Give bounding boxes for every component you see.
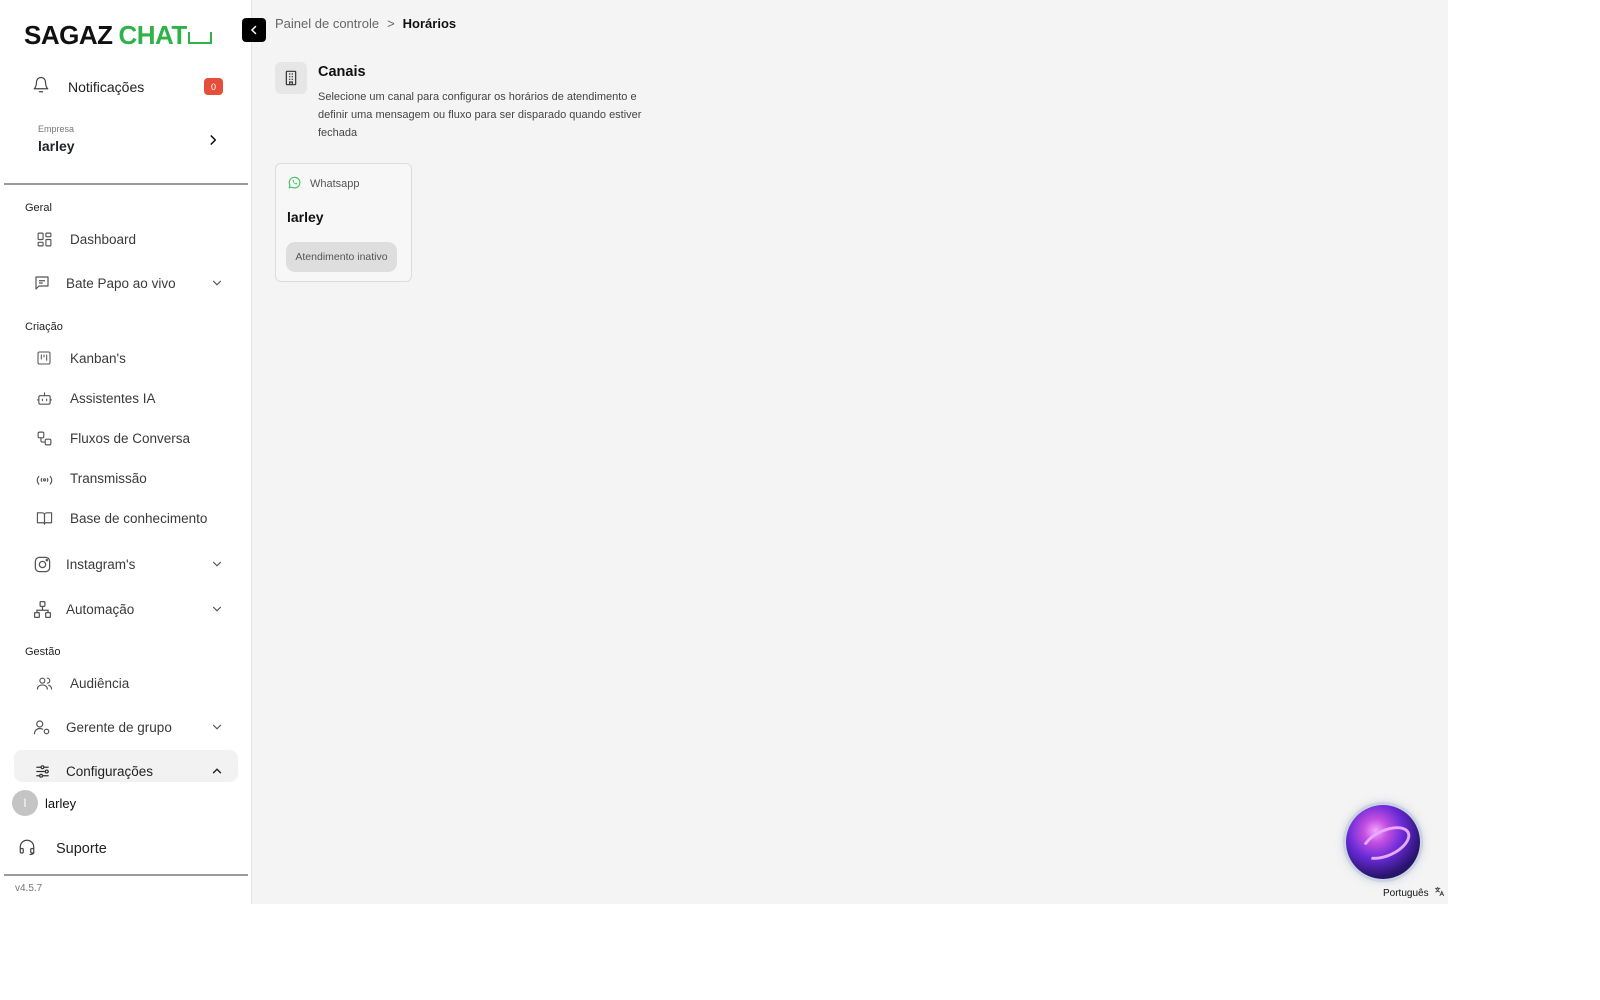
chevron-down-icon <box>210 720 224 737</box>
chevron-down-icon <box>210 602 224 619</box>
sidebar-item-audiencia[interactable]: Audiência <box>32 669 228 697</box>
broadcast-icon <box>34 468 54 488</box>
status-badge: Atendimento inativo <box>286 242 397 272</box>
breadcrumb: Painel de controle > Horários <box>275 16 456 31</box>
bot-icon <box>34 388 54 408</box>
sidebar-item-gerente-grupo[interactable]: Gerente de grupo <box>32 713 228 741</box>
sidebar-item-label: Assistentes IA <box>70 390 156 406</box>
sidebar-item-configuracoes[interactable]: Configurações <box>32 757 228 782</box>
sidebar-item-label: Automação <box>66 601 135 617</box>
sidebar-item-base-conhecimento[interactable]: Base de conhecimento <box>32 504 228 532</box>
section-title-geral: Geral <box>25 202 52 214</box>
user-name: larley <box>45 795 77 811</box>
network-icon <box>32 599 52 619</box>
sidebar-divider <box>4 183 248 185</box>
grid-icon <box>34 229 54 249</box>
breadcrumb-separator: > <box>387 16 395 31</box>
translate-icon <box>1434 886 1445 900</box>
app-window: SAGAZ CHAT Notificações 0 Empresa larley… <box>0 0 1448 904</box>
book-open-icon <box>34 508 54 528</box>
chat-bubble-icon <box>187 32 212 44</box>
sidebar-item-label: Configurações <box>66 763 154 779</box>
channel-card[interactable]: Whatsapp larley Atendimento inativo <box>275 163 412 282</box>
chevron-right-icon <box>206 133 220 152</box>
support-label: Suporte <box>56 841 107 857</box>
sidebar-item-transmissao[interactable]: Transmissão <box>32 464 228 492</box>
chevron-down-icon <box>210 276 224 293</box>
support-button[interactable]: Suporte <box>18 838 107 860</box>
user-profile[interactable]: l larley <box>12 790 76 816</box>
section-title-gestao: Gestão <box>25 646 61 658</box>
company-selector[interactable]: Empresa larley <box>38 124 220 158</box>
message-square-icon <box>32 273 52 293</box>
version-label: v4.5.7 <box>15 883 43 894</box>
headset-icon <box>18 838 36 860</box>
sidebar-divider <box>4 874 248 876</box>
language-selector[interactable]: Português <box>1383 886 1445 900</box>
sidebar-item-automacao[interactable]: Automação <box>32 595 228 623</box>
notifications-count-badge: 0 <box>204 78 223 95</box>
kanban-icon <box>34 348 54 368</box>
sidebar-item-label: Gerente de grupo <box>66 719 172 735</box>
sidebar-item-label: Fluxos de Conversa <box>70 430 191 446</box>
notifications-label: Notificações <box>68 79 145 95</box>
sidebar-config-container: Configurações <box>14 750 238 782</box>
sidebar-item-label: Base de conhecimento <box>70 510 208 526</box>
sidebar-item-instagram[interactable]: Instagram's <box>32 550 228 578</box>
sidebar-item-label: Kanban's <box>70 350 126 366</box>
whatsapp-icon <box>287 175 302 193</box>
page-description: Selecione um canal para configurar os ho… <box>318 91 642 139</box>
logo-text-sagaz: SAGAZ <box>24 19 113 50</box>
instagram-icon <box>32 554 52 574</box>
channel-type: Whatsapp <box>287 175 360 193</box>
company-caption: Empresa <box>38 124 75 134</box>
users-icon <box>34 673 54 693</box>
sidebar-item-label: Instagram's <box>66 556 136 572</box>
ai-assistant-orb-button[interactable] <box>1346 805 1420 879</box>
chevron-up-icon <box>210 764 224 781</box>
sidebar-item-label: Transmissão <box>70 470 147 486</box>
chevron-down-icon <box>210 557 224 574</box>
sidebar-item-kanbans[interactable]: Kanban's <box>32 344 228 372</box>
sidebar-item-label: Audiência <box>70 675 130 691</box>
language-label: Português <box>1383 887 1429 899</box>
page-title: Canais <box>318 64 366 80</box>
notifications-item[interactable]: Notificações 0 <box>32 74 232 100</box>
sidebar-item-fluxos[interactable]: Fluxos de Conversa <box>32 424 228 452</box>
sidebar-item-dashboard[interactable]: Dashboard <box>32 225 228 253</box>
chevron-left-icon <box>250 25 257 35</box>
breadcrumb-parent-link[interactable]: Painel de controle <box>275 16 379 31</box>
building-icon <box>275 62 307 94</box>
logo: SAGAZ CHAT <box>24 20 212 50</box>
avatar: l <box>12 790 38 816</box>
channel-name: larley <box>287 209 324 225</box>
channel-type-label: Whatsapp <box>310 178 360 190</box>
sliders-icon <box>32 761 52 781</box>
breadcrumb-current: Horários <box>402 16 457 31</box>
section-title-criacao: Criação <box>25 321 63 333</box>
collapse-sidebar-button[interactable] <box>242 18 266 42</box>
workflow-icon <box>34 428 54 448</box>
sidebar-item-label: Dashboard <box>70 231 137 247</box>
company-name: larley <box>38 138 75 154</box>
sidebar: SAGAZ CHAT Notificações 0 Empresa larley… <box>0 0 252 904</box>
bell-icon <box>32 76 50 99</box>
logo-text-chat: CHAT <box>118 19 188 50</box>
sidebar-item-assistentes[interactable]: Assistentes IA <box>32 384 228 412</box>
user-cog-icon <box>32 717 52 737</box>
sidebar-item-label: Bate Papo ao vivo <box>66 275 176 291</box>
sidebar-item-bate-papo[interactable]: Bate Papo ao vivo <box>32 269 228 297</box>
